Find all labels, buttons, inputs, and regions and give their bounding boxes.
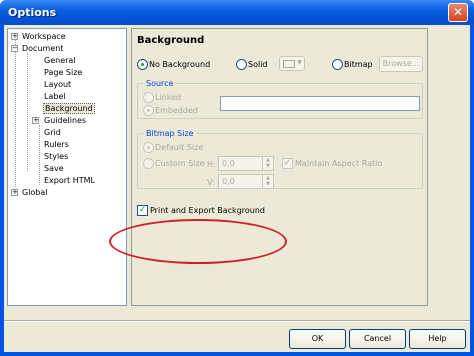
tree-item-label-page[interactable]: Label xyxy=(44,91,66,102)
default-size-label: Default Size xyxy=(155,143,204,152)
color-swatch xyxy=(283,60,295,68)
tree-item-styles[interactable]: Styles xyxy=(44,151,68,162)
dialog-client-area: + Workspace − Document General Page Size… xyxy=(4,25,470,352)
no-background-label[interactable]: No Background xyxy=(149,59,210,70)
print-export-label[interactable]: Print and Export Background xyxy=(150,205,265,216)
bitmap-radio[interactable] xyxy=(332,59,343,70)
maintain-aspect-checkbox[interactable]: ✓ xyxy=(282,158,293,169)
default-size-radio[interactable] xyxy=(143,142,154,153)
no-background-radio[interactable] xyxy=(137,59,148,70)
tree-item-general[interactable]: General xyxy=(44,55,76,66)
h-value: 0,0 xyxy=(222,159,235,168)
source-path-input[interactable] xyxy=(220,96,420,111)
maintain-aspect-label: Maintain Aspect Ratio xyxy=(295,159,383,168)
tree-item-label: Label xyxy=(44,92,66,101)
color-picker-button[interactable]: ▼ xyxy=(279,56,305,71)
source-group: Source Linked Embedded xyxy=(137,78,423,119)
options-tree[interactable]: + Workspace − Document General Page Size… xyxy=(7,28,127,306)
print-export-checkbox[interactable]: ✓ xyxy=(137,205,148,216)
tree-item-save[interactable]: Save xyxy=(44,163,64,174)
window-title: Options xyxy=(8,6,57,19)
source-group-title: Source xyxy=(144,78,176,89)
tree-item-label: Layout xyxy=(44,80,72,89)
tree-item-label: Guidelines xyxy=(44,116,87,125)
h-label: H: xyxy=(207,160,216,169)
custom-size-radio[interactable] xyxy=(143,158,154,169)
title-bar[interactable]: Options ✕ xyxy=(0,0,474,25)
v-label: V: xyxy=(207,178,215,187)
bitmap-label[interactable]: Bitmap xyxy=(344,59,373,70)
tree-item-label: Grid xyxy=(44,128,61,137)
browse-button[interactable]: Browse... xyxy=(379,56,423,72)
expand-icon[interactable]: + xyxy=(11,189,18,196)
linked-radio[interactable] xyxy=(143,92,154,103)
tree-item-label: Global xyxy=(22,188,48,197)
tree-connector xyxy=(15,37,16,187)
tree-item-label: Workspace xyxy=(22,32,66,41)
tree-item-export-html[interactable]: Export HTML xyxy=(44,175,95,186)
expand-icon[interactable]: + xyxy=(11,33,18,40)
tree-item-label: Styles xyxy=(44,152,69,161)
dropdown-arrow-icon: ▼ xyxy=(297,59,302,66)
tree-item-label: General xyxy=(44,56,76,65)
tree-item-grid[interactable]: Grid xyxy=(44,127,61,138)
tree-item-label: Rulers xyxy=(44,140,69,149)
collapse-icon[interactable]: − xyxy=(11,45,18,52)
tree-item-background[interactable]: Background xyxy=(43,103,95,114)
tree-item-rulers[interactable]: Rulers xyxy=(44,139,69,150)
tree-connector xyxy=(27,53,28,171)
tree-item-label: Background xyxy=(43,103,95,114)
panel-title: Background xyxy=(137,35,205,46)
spinner-arrows-icon[interactable]: ▲ ▼ xyxy=(262,157,273,170)
h-spinner[interactable]: 0,0 ▲ ▼ xyxy=(218,156,274,171)
bitmap-size-group: Bitmap Size Default Size Custom Size H: … xyxy=(137,128,423,189)
expand-icon[interactable]: + xyxy=(32,117,39,124)
tree-item-label: Document xyxy=(22,44,64,53)
spinner-arrows-icon[interactable]: ▲ ▼ xyxy=(262,175,273,188)
solid-radio[interactable] xyxy=(236,59,247,70)
highlight-annotation xyxy=(109,219,287,264)
ok-button[interactable]: OK xyxy=(289,329,346,349)
embedded-label: Embedded xyxy=(155,106,199,115)
solid-label[interactable]: Solid xyxy=(248,59,268,70)
tree-item-label: Page Size xyxy=(44,68,83,77)
custom-size-label: Custom Size xyxy=(155,159,205,168)
options-window: Options ✕ + Workspace − Document General… xyxy=(0,0,474,356)
tree-item-label: Save xyxy=(44,164,64,173)
help-button[interactable]: Help xyxy=(409,329,466,349)
tree-item-label: Export HTML xyxy=(44,176,95,185)
tree-connector xyxy=(39,125,40,185)
linked-label: Linked xyxy=(155,93,182,102)
bitmap-size-group-title: Bitmap Size xyxy=(144,128,196,139)
close-button[interactable]: ✕ xyxy=(448,3,468,22)
embedded-radio[interactable] xyxy=(143,105,154,116)
background-settings-panel: Background No Background Solid ▼ Bitmap … xyxy=(131,28,428,306)
tree-item-layout[interactable]: Layout xyxy=(44,79,71,90)
button-separator xyxy=(4,320,470,322)
v-spinner[interactable]: 0,0 ▲ ▼ xyxy=(218,174,274,189)
cancel-button[interactable]: Cancel xyxy=(349,329,406,349)
v-value: 0,0 xyxy=(222,177,235,186)
tree-item-page-size[interactable]: Page Size xyxy=(44,67,82,78)
